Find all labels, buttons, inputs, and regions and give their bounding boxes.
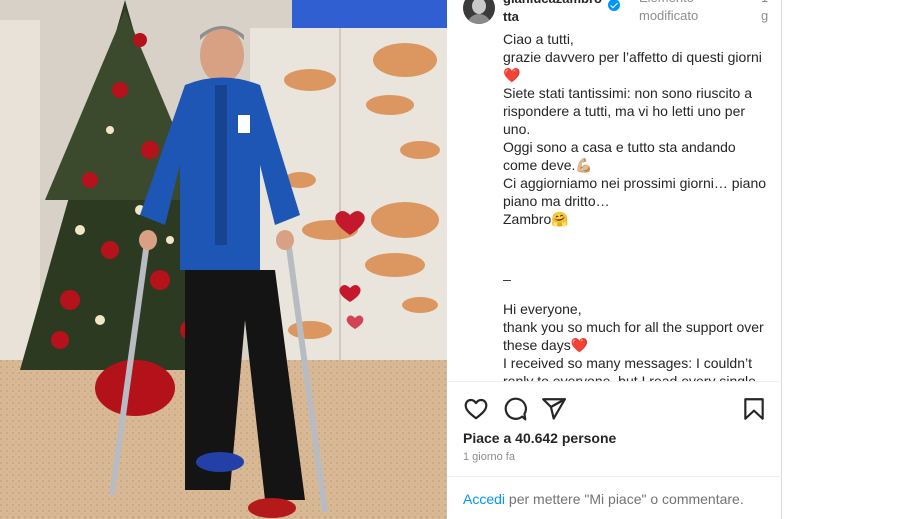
post-photo[interactable]	[0, 0, 447, 519]
post-photo-illustration	[0, 0, 447, 519]
avatar[interactable]	[463, 0, 495, 24]
bookmark-icon	[744, 398, 764, 420]
divider	[447, 476, 782, 477]
post-side-panel: gianlucazambrotta Elemento modificato 1 …	[447, 0, 782, 519]
post-age[interactable]: 1 g	[761, 0, 771, 25]
likes-count[interactable]: Piace a 40.642 persone	[463, 429, 616, 447]
post-date[interactable]: 1 giorno fa	[463, 449, 515, 465]
divider	[447, 381, 782, 382]
verified-badge-icon	[608, 0, 620, 11]
edited-label: Elemento modificato	[639, 0, 699, 23]
caption-italian: Ciao a tutti, grazie davvero per l’affet…	[503, 31, 767, 227]
post-header: gianlucazambrotta Elemento modificato 1 …	[463, 0, 773, 32]
avatar-face	[472, 0, 486, 14]
share-icon	[542, 398, 566, 420]
caption-english: Hi everyone, thank you so much for all t…	[503, 301, 764, 382]
caption-separator: _	[503, 265, 511, 281]
like-button[interactable]	[463, 396, 489, 422]
page-background	[783, 0, 924, 519]
post-caption: Ciao a tutti, grazie davvero per l’affet…	[503, 30, 769, 382]
login-prompt: Accedi per mettere "Mi piace" o commenta…	[463, 490, 744, 508]
comment-icon	[504, 397, 527, 421]
share-button[interactable]	[541, 396, 567, 422]
heart-icon	[464, 398, 488, 420]
avatar-body	[467, 14, 491, 24]
action-bar	[463, 396, 765, 422]
save-button[interactable]	[741, 396, 767, 422]
login-prompt-text: per mettere "Mi piace" o commentare.	[505, 491, 744, 507]
username-link[interactable]: gianlucazambrotta	[503, 0, 603, 26]
login-link[interactable]: Accedi	[463, 491, 505, 507]
comment-button[interactable]	[502, 396, 528, 422]
